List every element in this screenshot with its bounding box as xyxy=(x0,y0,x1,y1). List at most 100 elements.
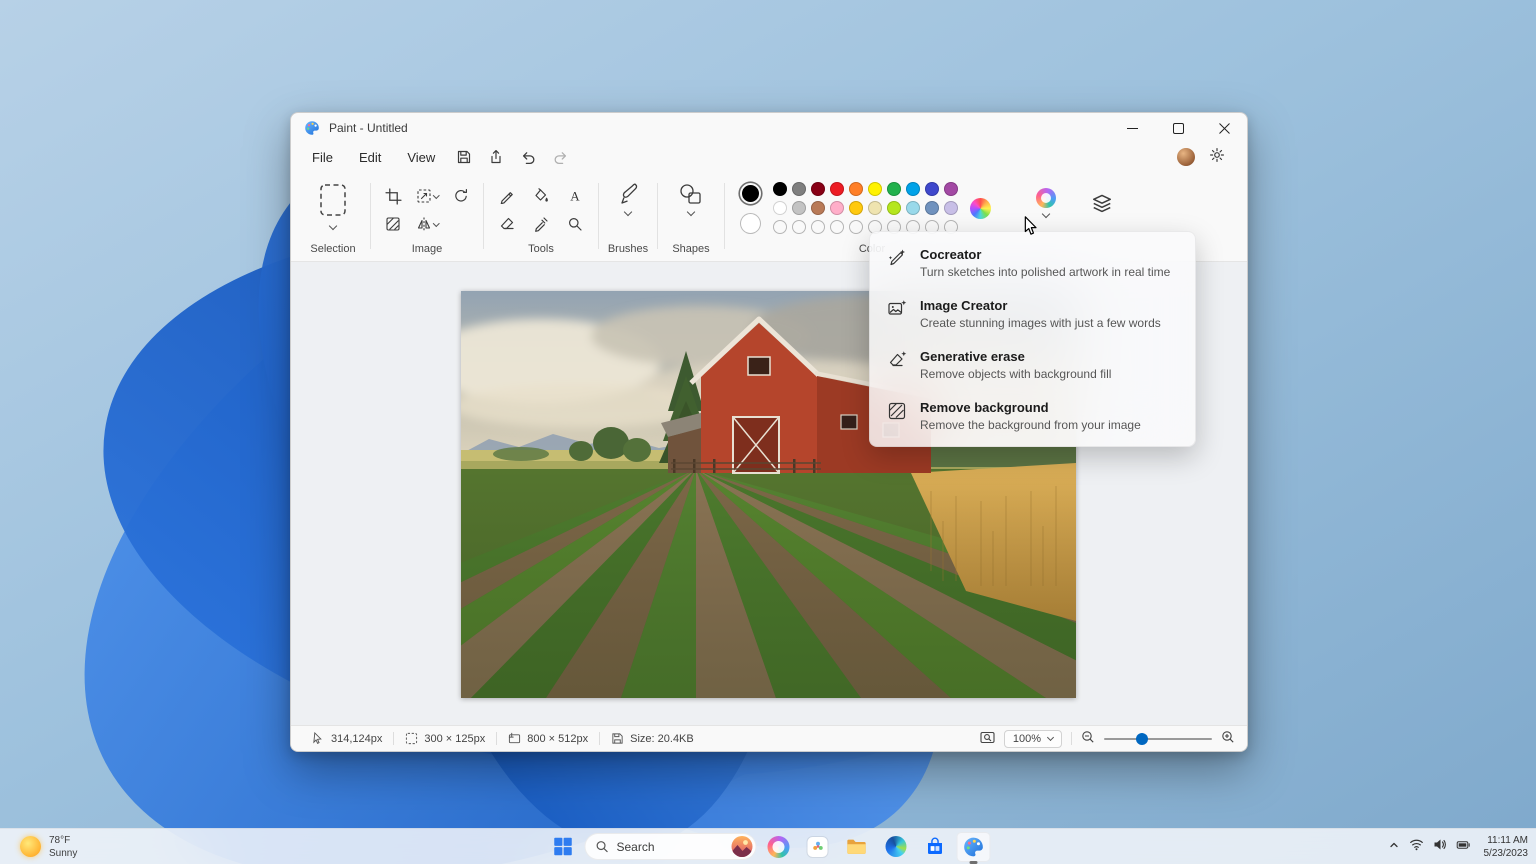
paint-icon xyxy=(964,837,983,856)
brush-icon[interactable] xyxy=(617,182,639,206)
color-swatch[interactable] xyxy=(830,182,844,196)
color-swatch[interactable] xyxy=(944,201,958,215)
start-button[interactable] xyxy=(546,832,580,862)
color-swatch[interactable] xyxy=(792,201,806,215)
selection-group-label: Selection xyxy=(310,243,356,255)
selection-size-value: 300 × 125px xyxy=(424,732,486,745)
taskbar-search-box[interactable]: Search xyxy=(584,833,757,860)
color-swatch[interactable] xyxy=(887,182,901,196)
color-swatch[interactable] xyxy=(811,182,825,196)
color-swatch[interactable] xyxy=(868,201,882,215)
zoom-slider[interactable] xyxy=(1104,732,1212,745)
menu-view[interactable]: View xyxy=(394,147,448,168)
close-button[interactable] xyxy=(1201,113,1247,143)
flip-button[interactable] xyxy=(412,211,442,237)
fill-tool-button[interactable] xyxy=(526,183,556,209)
photos-taskbar-button[interactable] xyxy=(801,832,835,862)
edit-colors-button[interactable] xyxy=(970,197,991,219)
empty-color-slot[interactable] xyxy=(830,220,844,234)
fit-to-screen-button[interactable] xyxy=(980,730,995,748)
color-swatch[interactable] xyxy=(811,201,825,215)
eraser-tool-button[interactable] xyxy=(492,211,522,237)
shapes-chevron-icon[interactable] xyxy=(686,207,696,217)
selection-tool-group[interactable]: Selection xyxy=(297,171,369,261)
shapes-group[interactable]: Shapes xyxy=(659,171,723,261)
menu-item-image-creator[interactable]: Image Creator Create stunning images wit… xyxy=(870,288,1195,339)
settings-button[interactable] xyxy=(1209,147,1225,168)
copilot-taskbar-button[interactable] xyxy=(762,832,796,862)
weather-widget[interactable]: 78°F Sunny xyxy=(12,829,85,864)
magnifier-tool-button[interactable] xyxy=(560,211,590,237)
status-bar: 314,124px 300 × 125px 800 × 512px Size: … xyxy=(291,725,1247,751)
copilot-chevron-icon[interactable] xyxy=(1041,209,1051,219)
menu-item-remove-background[interactable]: Remove background Remove the background … xyxy=(870,390,1195,441)
layers-icon[interactable] xyxy=(1091,193,1113,215)
color-swatch[interactable] xyxy=(773,182,787,196)
volume-icon[interactable] xyxy=(1433,838,1447,856)
store-taskbar-button[interactable] xyxy=(918,832,952,862)
empty-color-slot[interactable] xyxy=(811,220,825,234)
wifi-icon[interactable] xyxy=(1409,838,1424,856)
menu-item-generative-erase[interactable]: Generative erase Remove objects with bac… xyxy=(870,339,1195,390)
menu-item-cocreator[interactable]: Cocreator Turn sketches into polished ar… xyxy=(870,237,1195,288)
copilot-button-icon[interactable] xyxy=(1036,188,1056,208)
color-swatch[interactable] xyxy=(849,182,863,196)
color-picker-tool-button[interactable] xyxy=(526,211,556,237)
color-swatch[interactable] xyxy=(849,201,863,215)
title-bar[interactable]: Paint - Untitled xyxy=(291,113,1247,143)
save-button[interactable] xyxy=(448,145,480,169)
color-swatch[interactable] xyxy=(906,182,920,196)
selection-dropdown-chevron-icon[interactable] xyxy=(328,221,338,231)
text-tool-button[interactable]: A xyxy=(560,183,590,209)
color-swatch[interactable] xyxy=(868,182,882,196)
file-explorer-icon xyxy=(847,839,866,854)
file-explorer-taskbar-button[interactable] xyxy=(840,832,874,862)
pencil-tool-button[interactable] xyxy=(492,183,522,209)
redo-button[interactable] xyxy=(544,145,576,169)
brushes-chevron-icon[interactable] xyxy=(623,207,633,217)
color-swatch[interactable] xyxy=(925,182,939,196)
foreground-color-swatch[interactable] xyxy=(740,182,761,204)
rotate-button[interactable] xyxy=(446,183,476,209)
image-creator-icon xyxy=(888,300,907,315)
zoom-slider-thumb[interactable] xyxy=(1136,732,1148,745)
color-swatch[interactable] xyxy=(792,182,806,196)
brushes-group[interactable]: Brushes xyxy=(600,171,656,261)
zoom-out-button[interactable] xyxy=(1081,730,1095,747)
zoom-level-dropdown[interactable]: 100% xyxy=(1003,729,1062,748)
crop-button[interactable] xyxy=(378,183,408,209)
windows-logo-icon xyxy=(553,837,572,856)
search-highlight-thumbnail[interactable] xyxy=(731,836,753,857)
color-swatch[interactable] xyxy=(887,201,901,215)
taskbar-clock[interactable]: 11:11 AM 5/23/2023 xyxy=(1480,834,1529,860)
paint-taskbar-button[interactable] xyxy=(956,831,991,862)
edge-taskbar-button[interactable] xyxy=(879,832,913,862)
minimize-button[interactable] xyxy=(1109,113,1155,143)
zoom-in-button[interactable] xyxy=(1221,730,1235,747)
color-swatch[interactable] xyxy=(906,201,920,215)
maximize-button[interactable] xyxy=(1155,113,1201,143)
undo-button[interactable] xyxy=(512,145,544,169)
empty-color-slot[interactable] xyxy=(849,220,863,234)
color-swatch[interactable] xyxy=(830,201,844,215)
color-swatch[interactable] xyxy=(773,201,787,215)
color-swatch[interactable] xyxy=(944,182,958,196)
resize-button[interactable] xyxy=(412,183,442,209)
battery-icon[interactable] xyxy=(1456,838,1471,856)
shapes-group-label: Shapes xyxy=(672,243,710,255)
resize-chevron-icon[interactable] xyxy=(432,191,440,199)
menu-edit[interactable]: Edit xyxy=(346,147,394,168)
toolbar-divider xyxy=(657,183,658,249)
selection-icon[interactable] xyxy=(316,182,350,220)
menu-file[interactable]: File xyxy=(299,147,346,168)
remove-background-button[interactable] xyxy=(378,211,408,237)
hidden-icons-chevron[interactable] xyxy=(1388,838,1400,856)
flip-chevron-icon[interactable] xyxy=(432,219,440,227)
color-swatch[interactable] xyxy=(925,201,939,215)
background-color-swatch[interactable] xyxy=(740,212,761,234)
empty-color-slot[interactable] xyxy=(792,220,806,234)
account-avatar[interactable] xyxy=(1177,148,1195,166)
share-button[interactable] xyxy=(480,145,512,169)
shapes-icon[interactable] xyxy=(678,182,704,206)
empty-color-slot[interactable] xyxy=(773,220,787,234)
